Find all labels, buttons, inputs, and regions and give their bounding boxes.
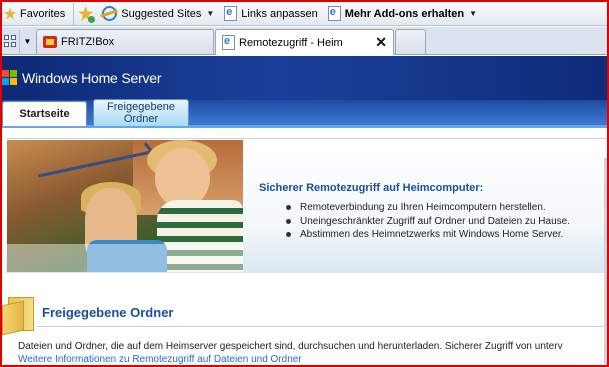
suggested-sites-link[interactable]: Suggested Sites ▼	[97, 3, 219, 25]
close-tab-icon[interactable]: ✕	[375, 34, 387, 51]
chevron-down-icon[interactable]: ▼	[469, 9, 477, 18]
hero-bullet: Remoteverbindung zu Ihren Heimcomputern …	[284, 201, 570, 215]
shared-folders-section: Freigegebene Ordner Dateien und Ordner, …	[2, 293, 609, 365]
new-tab-button[interactable]	[395, 29, 426, 54]
hero-banner: Sicherer Remotezugriff auf Heimcomputer:…	[6, 138, 609, 273]
suggested-sites-label: Suggested Sites	[121, 7, 202, 20]
links-anpassen-link[interactable]: Links anpassen	[219, 3, 322, 25]
tab-freigegebene-ordner-line1: Freigegebene	[107, 101, 175, 113]
tab-remotezugriff[interactable]: Remotezugriff - Heim ✕	[215, 29, 394, 55]
hero-heading: Sicherer Remotezugriff auf Heimcomputer:	[259, 182, 484, 194]
tab-list-chevron-icon[interactable]: ▼	[19, 30, 35, 53]
divider	[36, 326, 609, 327]
hero-bullet: Abstimmen des Heimnetzwerks mit Windows …	[284, 228, 570, 242]
site-header: Windows Home Server	[2, 56, 607, 100]
favorites-star-icon	[4, 7, 16, 20]
hero-bullet-list: Remoteverbindung zu Ihren Heimcomputern …	[284, 201, 570, 242]
favorites-button[interactable]: Favorites	[2, 2, 75, 25]
folder-icon	[2, 293, 36, 336]
tab-freigegebene-ordner[interactable]: Freigegebene Ordner	[93, 99, 189, 126]
tab-fritzbox[interactable]: FRITZ!Box	[36, 29, 214, 54]
page-icon	[327, 6, 341, 21]
chevron-down-icon[interactable]: ▼	[206, 9, 214, 18]
links-anpassen-label: Links anpassen	[241, 7, 318, 20]
page-icon	[224, 6, 238, 21]
tab-fritzbox-label: FRITZ!Box	[61, 36, 115, 48]
tab-freigegebene-ordner-line2: Ordner	[123, 113, 159, 125]
mehr-addons-label: Mehr Add-ons erhalten	[344, 7, 465, 20]
page-icon	[222, 35, 235, 50]
ie-icon	[102, 6, 118, 21]
site-nav: Startseite Freigegebene Ordner	[2, 99, 607, 128]
mehr-addons-link[interactable]: Mehr Add-ons erhalten ▼	[323, 3, 482, 25]
shared-folders-title[interactable]: Freigegebene Ordner	[42, 305, 173, 320]
add-to-favorites-icon[interactable]	[78, 6, 96, 23]
main-content: Sicherer Remotezugriff auf Heimcomputer:…	[2, 131, 609, 365]
favorites-bar: Favorites Suggested Sites ▼ Links anpass…	[2, 2, 607, 26]
windows-logo-icon	[2, 70, 18, 86]
browser-tab-row: ▼ FRITZ!Box Remotezugriff - Heim ✕	[2, 27, 607, 55]
tab-startseite[interactable]: Startseite	[2, 101, 87, 126]
shared-folders-more-link[interactable]: Weitere Informationen zu Remotezugriff a…	[18, 354, 302, 365]
hero-photo	[7, 140, 243, 272]
fritzbox-icon	[43, 36, 57, 48]
tab-remotezugriff-label: Remotezugriff - Heim	[239, 36, 343, 49]
quick-tabs-icon[interactable]	[2, 30, 18, 53]
site-title: Windows Home Server	[22, 70, 162, 86]
hero-bullet: Uneingeschränkter Zugriff auf Ordner und…	[284, 215, 570, 229]
favorites-label: Favorites	[20, 7, 66, 20]
shared-folders-description: Dateien und Ordner, die auf dem Heimserv…	[18, 341, 563, 352]
vertical-scrollbar[interactable]	[604, 158, 607, 365]
